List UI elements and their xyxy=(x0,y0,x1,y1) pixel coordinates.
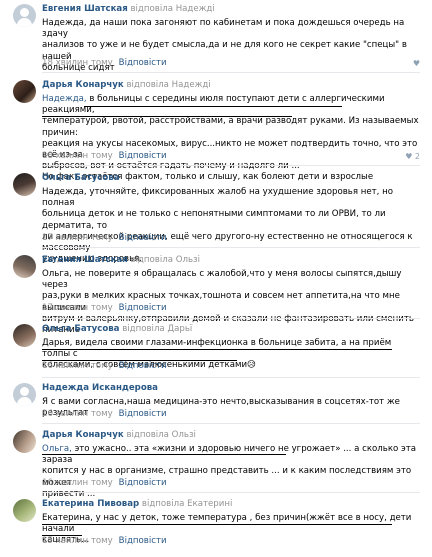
reply-button[interactable]: Відповісти xyxy=(119,58,167,68)
comment-body: Евгения Шатская відповіла Надежді Надежд… xyxy=(42,4,420,74)
heart-icon: ♥ xyxy=(412,59,420,68)
like-button[interactable]: ♥ 2 xyxy=(405,151,420,162)
comment-meta: 16 хвилин тому Відповісти xyxy=(42,478,167,489)
comment-body: Ольга Батусова Надежда, уточняйте, фикси… xyxy=(42,173,420,265)
timestamp[interactable]: 18 хвилин тому xyxy=(42,58,113,68)
reply-button[interactable]: Відповісти xyxy=(119,233,167,243)
like-button[interactable]: ♥ xyxy=(413,58,420,69)
comment-header: Евгения Шатская відповіла Ользі xyxy=(42,255,420,267)
like-count: 2 xyxy=(414,152,420,161)
comment-text: Надежда, в больницы с середины июля пост… xyxy=(42,94,420,184)
comment-meta: 17 хвилин тому Відповісти xyxy=(42,303,167,314)
reply-button[interactable]: Відповісти xyxy=(119,151,167,161)
reply-target[interactable]: Надежді xyxy=(172,80,211,90)
timestamp[interactable]: 17 хвилин тому xyxy=(42,233,113,243)
divider xyxy=(42,318,420,319)
reply-target[interactable]: Ользі xyxy=(172,430,196,440)
replied-word: відповіла xyxy=(130,4,173,14)
author-name[interactable]: Ольга Батусова xyxy=(42,324,119,334)
author-name[interactable]: Ольга Батусова xyxy=(42,173,119,183)
divider xyxy=(42,72,420,73)
comment-header: Евгения Шатская відповіла Надежді xyxy=(42,4,420,16)
reply-button[interactable]: Відповісти xyxy=(119,361,167,371)
comment-meta: 18 хвилин тому Відповісти xyxy=(42,58,167,69)
divider xyxy=(42,377,420,378)
comment-body: Екатерина Пивовар відповіла Екатерині Ек… xyxy=(42,499,420,547)
text-line: Ольга, не поверите я обращалась с жалобо… xyxy=(42,269,402,291)
underline-annotation xyxy=(42,360,237,362)
comment-meta: 18 хвилин тому Відповісти xyxy=(42,151,167,162)
reply-button[interactable]: Відповісти xyxy=(119,478,167,488)
comment-body: Надежда Искандерова Я с вами согласна,на… xyxy=(42,383,420,419)
underline-annotation xyxy=(42,524,392,526)
author-name[interactable]: Екатерина Пивовар xyxy=(42,499,139,509)
comment-meta: 15 хвилин тому Відповісти xyxy=(42,536,167,547)
divider xyxy=(42,247,420,248)
comment-text: Надежда, уточняйте, фиксированных жалоб … xyxy=(42,187,420,265)
comment-body: Дарья Конарчук відповіла Надежді Надежда… xyxy=(42,80,420,184)
reply-target[interactable]: Дарьї xyxy=(167,324,192,334)
timestamp[interactable]: 16 хвилин тому xyxy=(42,361,113,371)
author-name[interactable]: Евгения Шатская xyxy=(42,4,128,14)
avatar[interactable] xyxy=(13,499,36,522)
divider xyxy=(42,492,420,493)
text-line: больница деток и не только с непонятными… xyxy=(42,209,386,231)
avatar[interactable] xyxy=(13,383,36,406)
reply-target[interactable]: Ользі xyxy=(176,255,200,265)
comment-header: Дарья Конарчук відповіла Ользі xyxy=(42,430,420,442)
heart-icon: ♥ xyxy=(405,152,413,161)
mention-link[interactable]: Ольга, xyxy=(42,444,72,454)
avatar[interactable] xyxy=(13,4,36,27)
comment-header: Екатерина Пивовар відповіла Екатерині xyxy=(42,499,420,511)
timestamp[interactable]: 16 хвилин тому xyxy=(42,409,113,419)
text-line: температурой, рвотой, расстройствами, а … xyxy=(42,116,419,138)
underline-annotation xyxy=(84,106,342,108)
underline-annotation xyxy=(42,116,292,118)
comment-body: Ольга Батусова відповіла Дарьї Дарья, ви… xyxy=(42,324,420,372)
comment-meta: 16 хвилин тому Відповісти xyxy=(42,361,167,372)
reply-target[interactable]: Екатерині xyxy=(187,499,232,509)
comment-header: Дарья Конарчук відповіла Надежді xyxy=(42,80,420,92)
text-line: выбросов, вот и остаётся гадать почему и… xyxy=(42,161,300,172)
comment-header: Надежда Искандерова xyxy=(42,383,420,395)
avatar[interactable] xyxy=(13,80,36,103)
replied-word: відповіла xyxy=(130,255,173,265)
text-line: Надежда, уточняйте, фиксированных жалоб … xyxy=(42,187,393,209)
reply-button[interactable]: Відповісти xyxy=(119,303,167,313)
underline-annotation xyxy=(42,454,286,456)
replied-word: відповіла xyxy=(141,499,185,509)
reply-button[interactable]: Відповісти xyxy=(119,409,167,419)
comment-meta: 16 хвилин тому Відповісти xyxy=(42,409,167,420)
divider xyxy=(42,423,420,424)
avatar[interactable] xyxy=(13,324,36,347)
comment-header: Ольга Батусова відповіла Дарьї xyxy=(42,324,420,336)
timestamp[interactable]: 18 хвилин тому xyxy=(42,151,113,161)
underline-annotation xyxy=(42,535,82,537)
comment-header: Ольга Батусова xyxy=(42,173,420,185)
mention-link[interactable]: Надежда, xyxy=(42,94,87,104)
author-name[interactable]: Дарья Конарчук xyxy=(42,80,124,90)
timestamp[interactable]: 17 хвилин тому xyxy=(42,303,113,313)
underline-annotation xyxy=(42,349,392,351)
avatar[interactable] xyxy=(13,173,36,196)
timestamp[interactable]: 16 хвилин тому xyxy=(42,478,113,488)
author-name[interactable]: Евгения Шатская xyxy=(42,255,128,265)
replied-word: відповіла xyxy=(122,324,165,334)
avatar[interactable] xyxy=(13,255,36,278)
timestamp[interactable]: 15 хвилин тому xyxy=(42,536,113,546)
author-name[interactable]: Дарья Конарчук xyxy=(42,430,124,440)
replied-word: відповіла xyxy=(126,430,169,440)
avatar[interactable] xyxy=(13,430,36,453)
author-name[interactable]: Надежда Искандерова xyxy=(42,383,158,393)
text-line: Надежда, да наши пока загоняют по кабине… xyxy=(42,18,405,40)
comment-meta: 17 хвилин тому Відповісти xyxy=(42,233,167,244)
divider xyxy=(42,165,420,166)
reply-target[interactable]: Надежді xyxy=(176,4,215,14)
reply-button[interactable]: Відповісти xyxy=(119,536,167,546)
replied-word: відповіла xyxy=(126,80,169,90)
comment-body: Дарья Конарчук відповіла Ользі Ольга, эт… xyxy=(42,430,420,500)
